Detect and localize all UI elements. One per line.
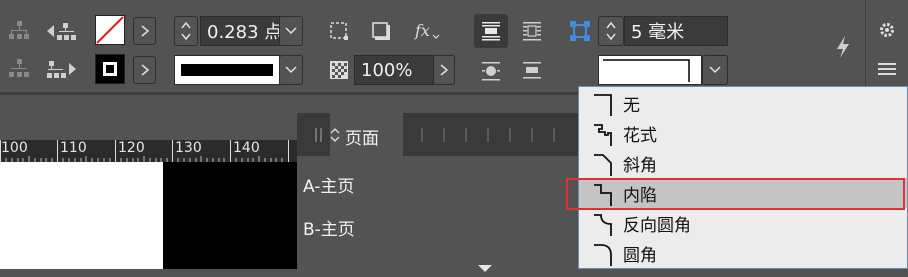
gear-icon[interactable] <box>874 17 900 43</box>
hierarchy-icon[interactable] <box>6 18 32 44</box>
corner-option-none[interactable]: 无 <box>579 88 907 118</box>
option-label: 斜角 <box>623 156 657 176</box>
stepper-icon <box>606 21 616 41</box>
corner-rounded-icon <box>594 244 612 266</box>
hierarchy-down-icon[interactable] <box>6 56 32 82</box>
stroke-swatch[interactable] <box>95 54 125 84</box>
tab-pages[interactable]: 页面 <box>330 113 403 156</box>
stroke-menu-button[interactable] <box>133 56 156 84</box>
option-label: 花式 <box>623 126 657 146</box>
stroke-type-dropdown[interactable] <box>279 55 303 85</box>
master-page-item[interactable]: B-主页 <box>303 215 355 240</box>
corner-options-icon[interactable] <box>566 17 594 45</box>
corner-none-icon <box>594 94 612 116</box>
collapsed-tabs[interactable] <box>414 124 574 146</box>
chevron-down-icon <box>285 66 297 74</box>
chevron-down-icon <box>709 66 721 74</box>
fill-swatch[interactable] <box>95 15 125 45</box>
master-page-item[interactable]: A-主页 <box>303 172 354 197</box>
option-label: 圆角 <box>623 246 657 266</box>
stroke-weight-input[interactable]: 0.283 点 <box>200 16 280 46</box>
tab-stepper-icon <box>330 128 340 142</box>
panel-resize-icon[interactable] <box>466 258 504 272</box>
svg-text:fx: fx <box>414 21 430 40</box>
drop-shadow-icon[interactable] <box>368 18 394 44</box>
corner-option-fancy[interactable]: 花式 <box>579 118 907 148</box>
corner-option-inverse-rounded[interactable]: 反向圆角 <box>579 208 907 238</box>
corner-bevel-icon <box>594 154 612 176</box>
wrap-bounding-box-icon[interactable] <box>518 17 546 45</box>
corner-size-stepper[interactable] <box>598 16 624 46</box>
tab-label: 页面 <box>345 129 379 149</box>
wrap-none-icon[interactable] <box>474 14 508 48</box>
corner-shape-dropdown[interactable] <box>702 55 728 85</box>
hamburger-menu-icon[interactable] <box>874 56 900 82</box>
select-next-icon[interactable] <box>44 56 80 82</box>
canvas-object[interactable] <box>163 162 300 269</box>
ruler-label: 110 <box>60 140 87 156</box>
stroke-type-field[interactable] <box>174 55 280 85</box>
toolbar-separator <box>865 0 866 92</box>
corner-inverse-rounded-icon <box>594 214 612 236</box>
effects-fx-icon[interactable]: fx <box>412 17 442 45</box>
highlight-annotation <box>566 178 905 210</box>
ruler-label: 140 <box>233 140 260 156</box>
wrap-jump-object-icon[interactable] <box>518 57 546 85</box>
stroke-weight-stepper[interactable] <box>174 16 198 46</box>
opacity-menu-button[interactable] <box>433 55 455 85</box>
option-label: 反向圆角 <box>623 216 691 236</box>
ruler-label: 100 <box>1 140 28 156</box>
corner-option-bevel[interactable]: 斜角 <box>579 148 907 178</box>
corner-size-input[interactable]: 5 毫米 <box>624 16 728 46</box>
fill-menu-button[interactable] <box>133 17 156 45</box>
chevron-right-icon <box>141 25 149 37</box>
corner-fancy-icon <box>594 124 612 146</box>
chevron-right-icon <box>440 64 449 76</box>
corner-shape-preview-icon <box>603 59 690 82</box>
chevron-right-icon <box>141 64 149 76</box>
chevron-down-icon <box>285 27 297 35</box>
ruler-label: 120 <box>118 140 145 156</box>
horizontal-ruler: 100 110 120 130 140 <box>0 140 300 162</box>
quick-apply-icon[interactable] <box>830 33 856 61</box>
stroke-weight-dropdown[interactable] <box>279 16 303 46</box>
corner-option-rounded[interactable]: 圆角 <box>579 238 907 268</box>
frame-fitting-icon[interactable] <box>326 18 352 44</box>
page-canvas[interactable] <box>0 162 163 269</box>
collapse-icon[interactable] <box>312 124 326 146</box>
stepper-icon <box>181 21 191 41</box>
ruler-label: 130 <box>175 140 202 156</box>
opacity-input[interactable]: 100% <box>354 55 434 85</box>
option-label: 无 <box>623 96 640 116</box>
opacity-checker-icon <box>326 57 352 83</box>
select-previous-icon[interactable] <box>44 18 80 44</box>
corner-shape-field[interactable] <box>598 55 702 85</box>
wrap-object-shape-icon[interactable] <box>477 57 505 85</box>
